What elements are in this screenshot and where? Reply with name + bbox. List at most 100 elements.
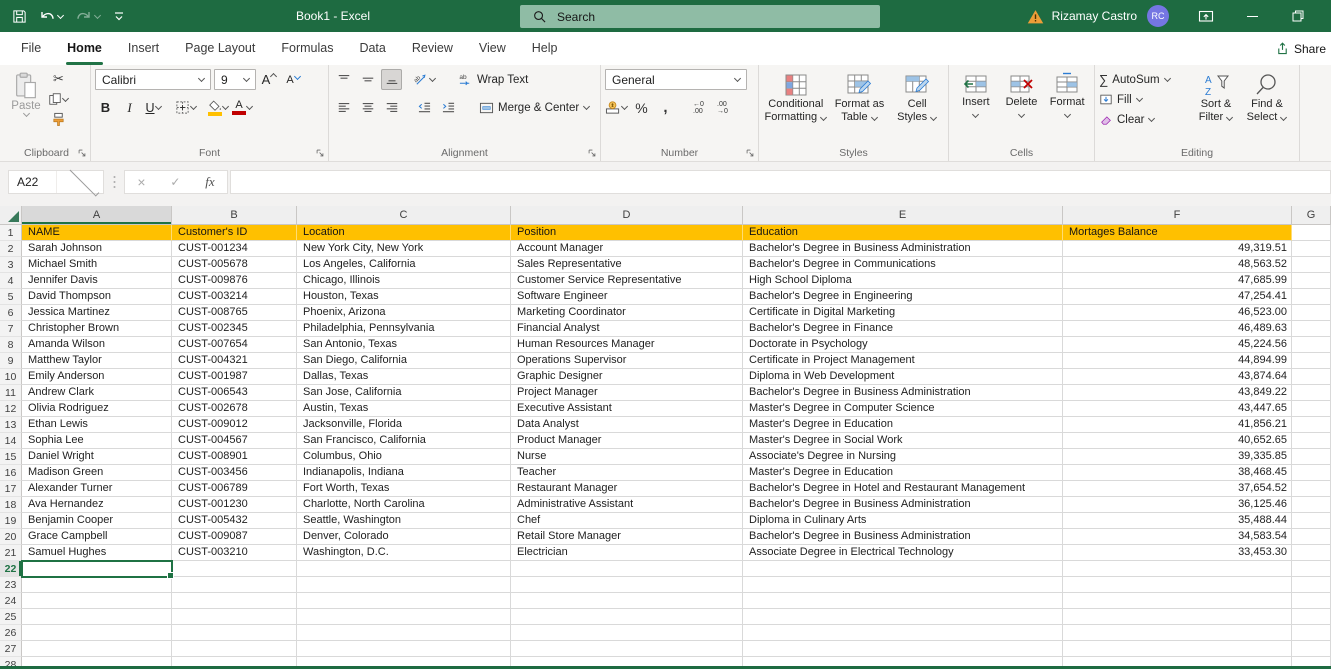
cell-D3[interactable]: Sales Representative bbox=[511, 257, 743, 273]
cell-D22[interactable] bbox=[511, 561, 743, 577]
row-header-3[interactable]: 3 bbox=[0, 257, 22, 273]
cell-G18[interactable] bbox=[1292, 497, 1331, 513]
cell-G14[interactable] bbox=[1292, 433, 1331, 449]
minimize-button[interactable] bbox=[1237, 15, 1267, 17]
row-header-24[interactable]: 24 bbox=[0, 593, 22, 609]
decrease-decimal-icon[interactable]: .00 →0 bbox=[712, 97, 733, 118]
name-box-dropdown-icon[interactable] bbox=[55, 166, 104, 196]
middle-align-icon[interactable] bbox=[357, 69, 378, 90]
cell-F6[interactable]: 46,523.00 bbox=[1063, 305, 1292, 321]
cell-F15[interactable]: 39,335.85 bbox=[1063, 449, 1292, 465]
cell-F9[interactable]: 44,894.99 bbox=[1063, 353, 1292, 369]
cell-E3[interactable]: Bachelor's Degree in Communications bbox=[743, 257, 1063, 273]
find-select-button[interactable]: Find & Select bbox=[1241, 69, 1293, 145]
cell-F7[interactable]: 46,489.63 bbox=[1063, 321, 1292, 337]
cell-A10[interactable]: Emily Anderson bbox=[22, 369, 172, 385]
cell-B23[interactable] bbox=[172, 577, 297, 593]
cell-E20[interactable]: Bachelor's Degree in Business Administra… bbox=[743, 529, 1063, 545]
tab-home[interactable]: Home bbox=[54, 32, 115, 65]
cell-C17[interactable]: Fort Worth, Texas bbox=[297, 481, 511, 497]
cell-G10[interactable] bbox=[1292, 369, 1331, 385]
font-dialog-launcher-icon[interactable] bbox=[315, 148, 325, 158]
cell-G11[interactable] bbox=[1292, 385, 1331, 401]
cell-A22[interactable] bbox=[21, 560, 174, 579]
row-header-16[interactable]: 16 bbox=[0, 465, 22, 481]
cell-C22[interactable] bbox=[297, 561, 511, 577]
cell-B22[interactable] bbox=[172, 561, 297, 577]
cell-E5[interactable]: Bachelor's Degree in Engineering bbox=[743, 289, 1063, 305]
cell-E25[interactable] bbox=[743, 609, 1063, 625]
cell-G27[interactable] bbox=[1292, 641, 1331, 657]
cell-E12[interactable]: Master's Degree in Computer Science bbox=[743, 401, 1063, 417]
cell-G12[interactable] bbox=[1292, 401, 1331, 417]
percent-style-icon[interactable]: % bbox=[631, 97, 652, 118]
cell-B10[interactable]: CUST-001987 bbox=[172, 369, 297, 385]
cell-G23[interactable] bbox=[1292, 577, 1331, 593]
cell-E8[interactable]: Doctorate in Psychology bbox=[743, 337, 1063, 353]
cell-B12[interactable]: CUST-002678 bbox=[172, 401, 297, 417]
cell-E13[interactable]: Master's Degree in Education bbox=[743, 417, 1063, 433]
cell-B7[interactable]: CUST-002345 bbox=[172, 321, 297, 337]
bold-button[interactable]: B bbox=[95, 97, 116, 118]
cell-A8[interactable]: Amanda Wilson bbox=[22, 337, 172, 353]
underline-button[interactable]: U bbox=[143, 97, 164, 118]
cell-D26[interactable] bbox=[511, 625, 743, 641]
bottom-align-icon[interactable] bbox=[381, 69, 402, 90]
tab-file[interactable]: File bbox=[8, 32, 54, 65]
save-icon[interactable] bbox=[12, 9, 27, 24]
cell-D25[interactable] bbox=[511, 609, 743, 625]
tab-page-layout[interactable]: Page Layout bbox=[172, 32, 268, 65]
cell-E9[interactable]: Certificate in Project Management bbox=[743, 353, 1063, 369]
cell-F8[interactable]: 45,224.56 bbox=[1063, 337, 1292, 353]
cell-C21[interactable]: Washington, D.C. bbox=[297, 545, 511, 561]
cell-A13[interactable]: Ethan Lewis bbox=[22, 417, 172, 433]
cell-D20[interactable]: Retail Store Manager bbox=[511, 529, 743, 545]
cell-A2[interactable]: Sarah Johnson bbox=[22, 241, 172, 257]
cell-D24[interactable] bbox=[511, 593, 743, 609]
cell-B3[interactable]: CUST-005678 bbox=[172, 257, 297, 273]
cell-C19[interactable]: Seattle, Washington bbox=[297, 513, 511, 529]
cell-A15[interactable]: Daniel Wright bbox=[22, 449, 172, 465]
cell-G26[interactable] bbox=[1292, 625, 1331, 641]
column-header-D[interactable]: D bbox=[511, 206, 743, 224]
cell-A21[interactable]: Samuel Hughes bbox=[22, 545, 172, 561]
clipboard-dialog-launcher-icon[interactable] bbox=[77, 148, 87, 158]
cell-C9[interactable]: San Diego, California bbox=[297, 353, 511, 369]
tab-formulas[interactable]: Formulas bbox=[268, 32, 346, 65]
cell-D15[interactable]: Nurse bbox=[511, 449, 743, 465]
cell-D12[interactable]: Executive Assistant bbox=[511, 401, 743, 417]
cell-A16[interactable]: Madison Green bbox=[22, 465, 172, 481]
sort-filter-button[interactable]: AZ Sort & Filter bbox=[1191, 69, 1241, 145]
share-button[interactable]: Share bbox=[1276, 42, 1331, 56]
cell-D16[interactable]: Teacher bbox=[511, 465, 743, 481]
cell-G15[interactable] bbox=[1292, 449, 1331, 465]
cell-C20[interactable]: Denver, Colorado bbox=[297, 529, 511, 545]
cell-F14[interactable]: 40,652.65 bbox=[1063, 433, 1292, 449]
cell-A3[interactable]: Michael Smith bbox=[22, 257, 172, 273]
cell-G22[interactable] bbox=[1292, 561, 1331, 577]
column-header-B[interactable]: B bbox=[172, 206, 297, 224]
undo-dropdown-icon[interactable] bbox=[56, 11, 65, 19]
cell-A7[interactable]: Christopher Brown bbox=[22, 321, 172, 337]
ribbon-display-options-icon[interactable] bbox=[1191, 9, 1221, 23]
row-header-9[interactable]: 9 bbox=[0, 353, 22, 369]
cell-A1[interactable]: NAME bbox=[22, 225, 172, 241]
row-header-25[interactable]: 25 bbox=[0, 609, 22, 625]
row-header-10[interactable]: 10 bbox=[0, 369, 22, 385]
format-as-table-button[interactable]: Format as Table bbox=[829, 69, 891, 145]
cell-C2[interactable]: New York City, New York bbox=[297, 241, 511, 257]
cell-F20[interactable]: 34,583.54 bbox=[1063, 529, 1292, 545]
cell-F26[interactable] bbox=[1063, 625, 1292, 641]
cell-B27[interactable] bbox=[172, 641, 297, 657]
wrap-text-button[interactable]: ab Wrap Text bbox=[458, 69, 528, 90]
cell-B24[interactable] bbox=[172, 593, 297, 609]
clear-button[interactable]: Clear bbox=[1099, 111, 1191, 128]
cell-G7[interactable] bbox=[1292, 321, 1331, 337]
cell-C8[interactable]: San Antonio, Texas bbox=[297, 337, 511, 353]
cell-F11[interactable]: 43,849.22 bbox=[1063, 385, 1292, 401]
align-center-icon[interactable] bbox=[357, 97, 378, 118]
cell-C26[interactable] bbox=[297, 625, 511, 641]
cell-F16[interactable]: 38,468.45 bbox=[1063, 465, 1292, 481]
top-align-icon[interactable] bbox=[333, 69, 354, 90]
cell-B16[interactable]: CUST-003456 bbox=[172, 465, 297, 481]
